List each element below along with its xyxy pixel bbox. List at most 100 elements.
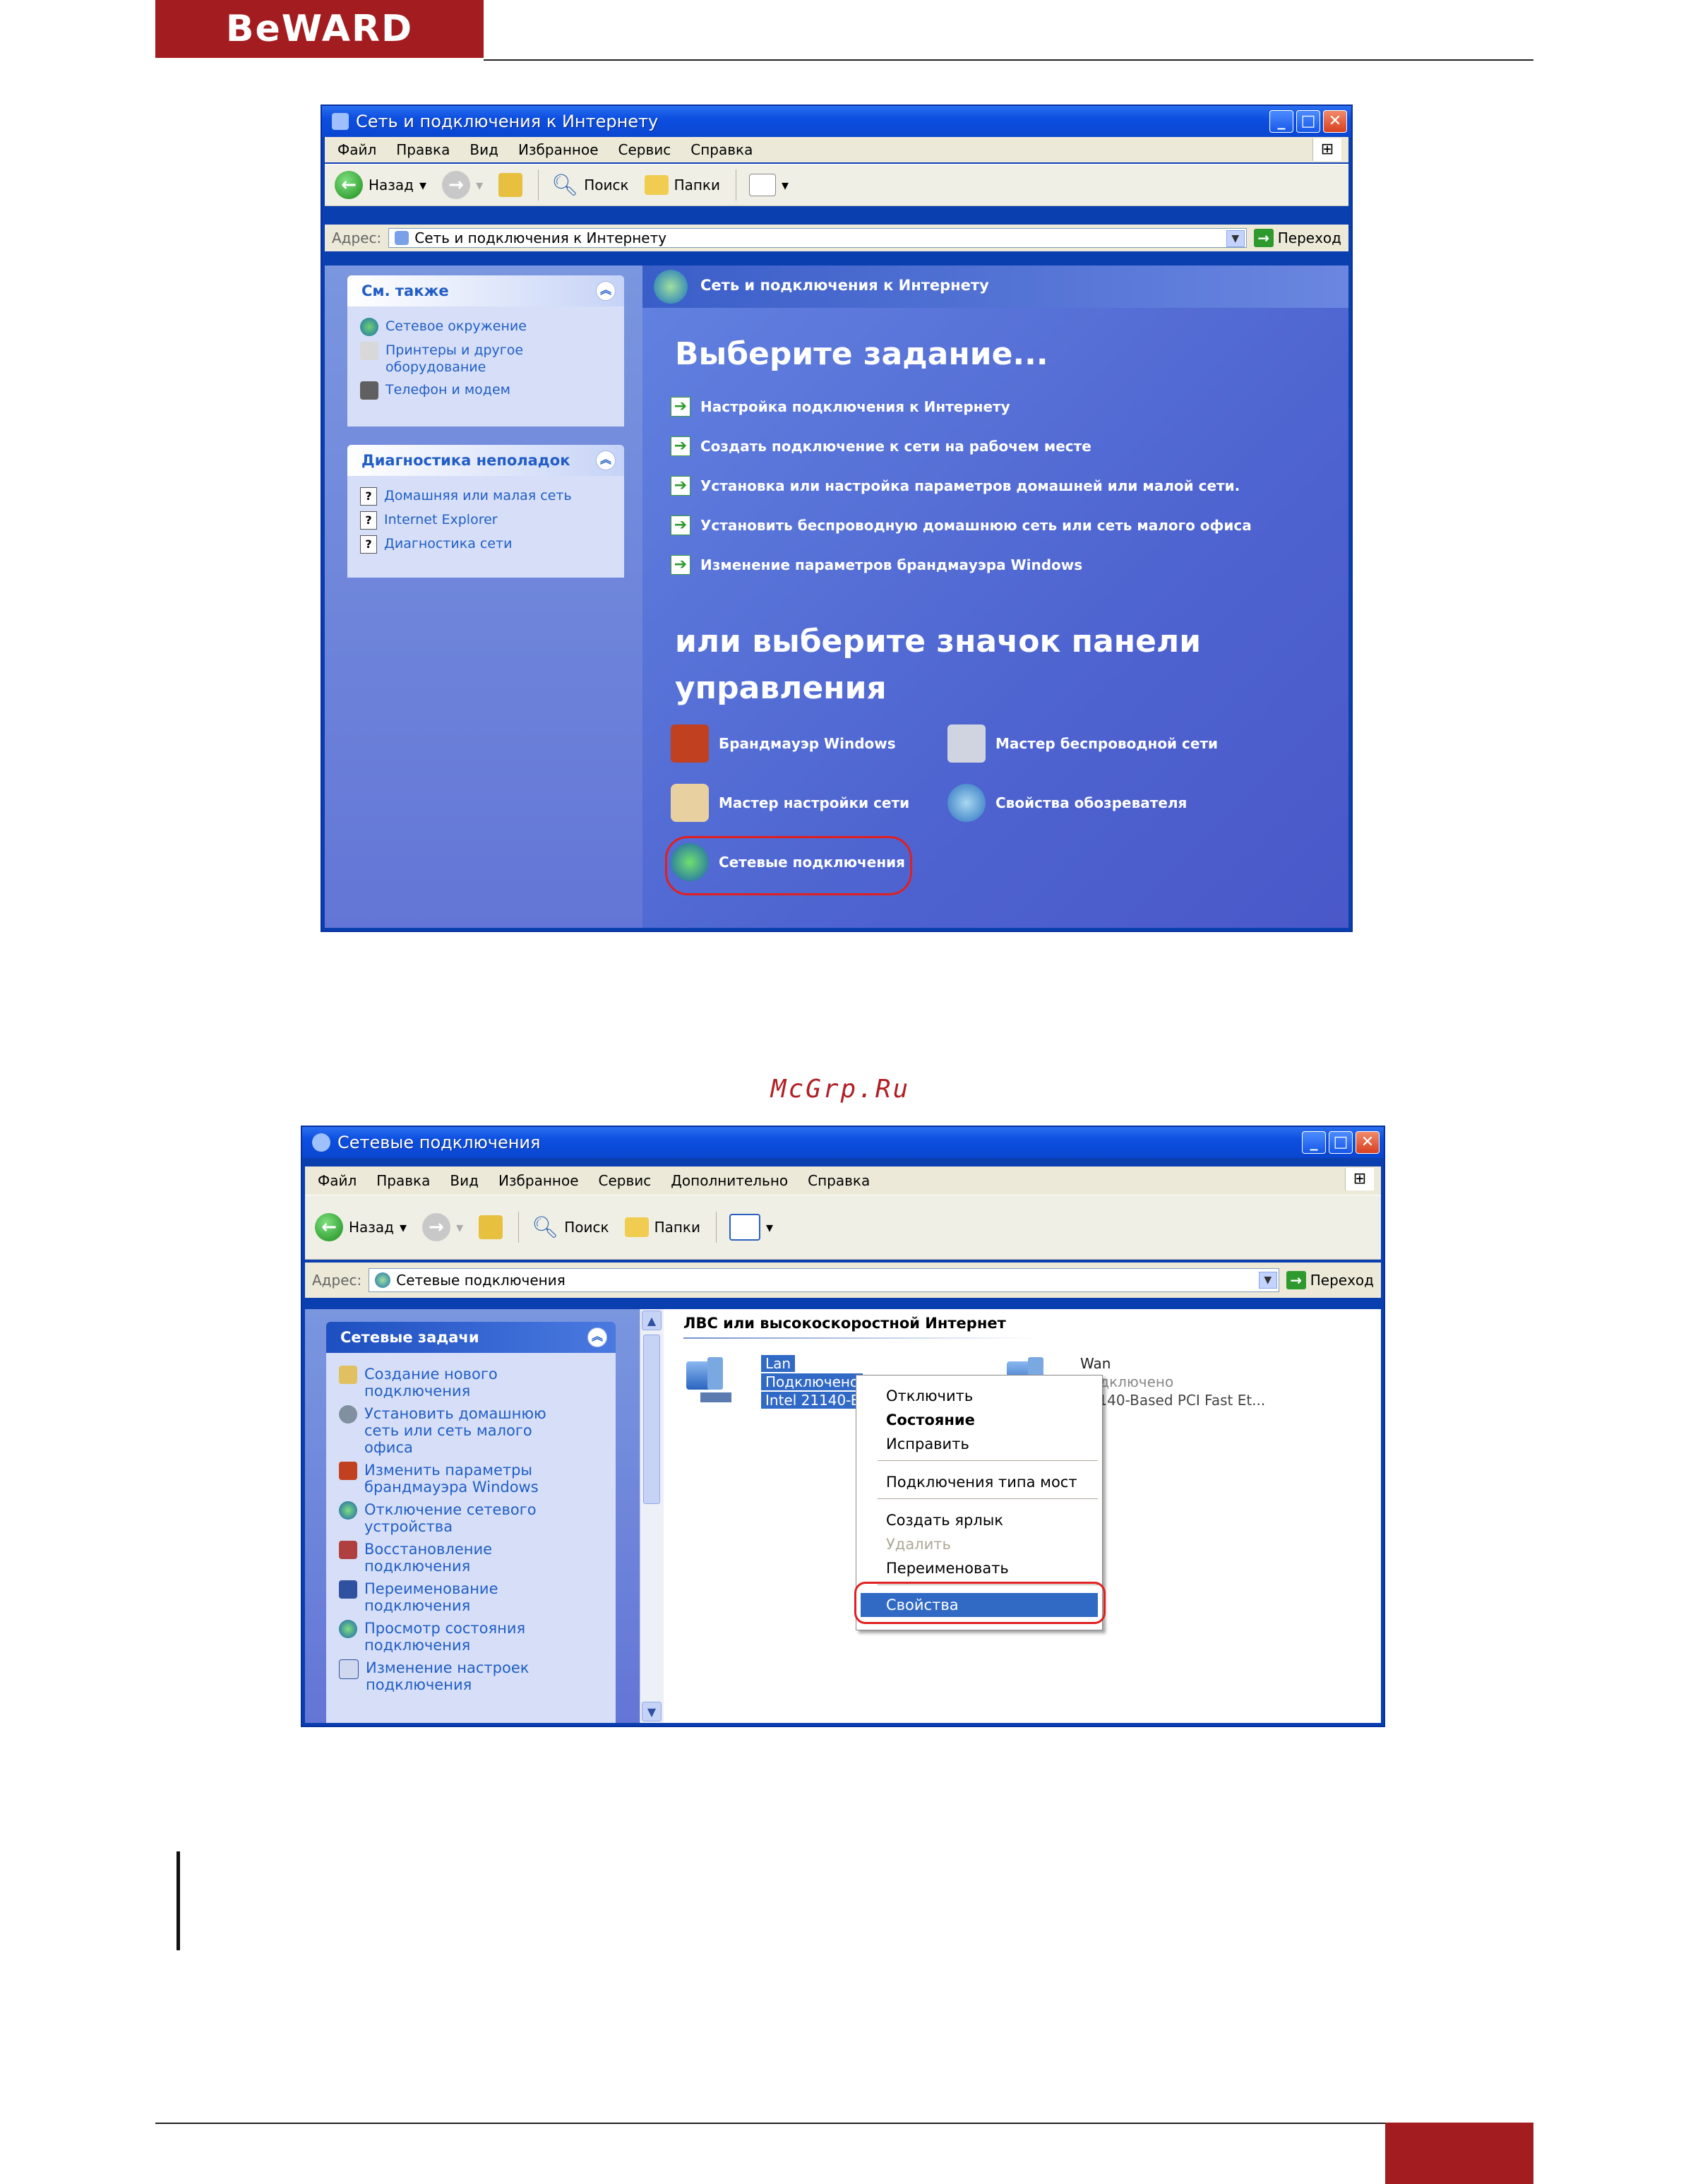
- address-dropdown-icon[interactable]: ▼: [1258, 1272, 1277, 1289]
- task-internet-setup[interactable]: ➔ Настройка подключения к Интернету: [671, 397, 1010, 417]
- task-label: Установить домашнюю сеть или сеть малого…: [364, 1405, 546, 1456]
- minimize-button[interactable]: _: [1269, 110, 1293, 133]
- cp-wireless-wizard[interactable]: Мастер беспроводной сети: [947, 724, 1218, 763]
- ctx-status[interactable]: Состояние: [856, 1408, 1102, 1432]
- wrench-icon: [339, 1541, 357, 1559]
- wan-device: 21140-Based PCI Fast Et...: [1080, 1392, 1266, 1409]
- menu-tools[interactable]: Сервис: [599, 1172, 652, 1189]
- collapse-chevron-icon[interactable]: ︽: [587, 1327, 607, 1347]
- category-header: Сеть и подключения к Интернету: [700, 277, 989, 294]
- maximize-button[interactable]: □: [1329, 1131, 1353, 1154]
- ctx-rename[interactable]: Переименовать: [856, 1556, 1102, 1580]
- green-arrow-icon: ➔: [671, 555, 690, 575]
- back-button[interactable]: ← Назад ▾: [315, 1213, 407, 1241]
- address-input[interactable]: Сеть и подключения к Интернету ▼: [388, 228, 1247, 248]
- link-internet-explorer[interactable]: ? Internet Explorer: [360, 511, 624, 530]
- search-icon: 🔍︎: [551, 172, 579, 198]
- network-tasks-header[interactable]: Сетевые задачи ︽: [326, 1322, 616, 1353]
- cp-firewall[interactable]: Брандмауэр Windows: [671, 724, 896, 763]
- views-button[interactable]: ▾: [749, 174, 789, 196]
- menu-favorites[interactable]: Избранное: [518, 141, 599, 158]
- back-button[interactable]: ← Назад ▾: [335, 171, 426, 199]
- task-label: Настройка подключения к Интернету: [700, 398, 1010, 415]
- link-home-network[interactable]: ? Домашняя или малая сеть: [360, 487, 624, 506]
- task-workplace-connection[interactable]: ➔ Создать подключение к сети на рабочем м…: [671, 436, 1091, 456]
- up-folder-button[interactable]: [479, 1215, 503, 1239]
- address-dropdown-icon[interactable]: ▼: [1226, 230, 1245, 247]
- scroll-down-button[interactable]: ▼: [642, 1702, 662, 1721]
- go-button[interactable]: → Переход: [1253, 229, 1341, 247]
- collapse-chevron-icon[interactable]: ︽: [596, 281, 616, 301]
- search-button[interactable]: 🔍︎ Поиск: [532, 1215, 609, 1240]
- menu-edit[interactable]: Правка: [396, 141, 450, 158]
- task-disable-device[interactable]: Отключение сетевого устройства: [339, 1501, 616, 1535]
- task-home-network[interactable]: Установить домашнюю сеть или сеть малого…: [339, 1405, 616, 1456]
- task-view-status[interactable]: Просмотр состояния подключения: [339, 1620, 616, 1654]
- window2-addressbar: Адрес: Сетевые подключения ▼ → Переход: [305, 1263, 1381, 1298]
- cp-network-setup-wizard[interactable]: Мастер настройки сети: [671, 784, 909, 822]
- address-input[interactable]: Сетевые подключения ▼: [369, 1268, 1279, 1292]
- task-wireless-network[interactable]: ➔ Установить беспроводную домашнюю сеть и…: [671, 515, 1252, 535]
- close-button[interactable]: ✕: [1356, 1131, 1380, 1154]
- menu-file[interactable]: Файл: [318, 1172, 357, 1189]
- link-printers[interactable]: Принтеры и другое оборудование: [360, 342, 624, 376]
- close-button[interactable]: ✕: [1323, 110, 1347, 133]
- lan-connection-icon[interactable]: [686, 1354, 736, 1411]
- ctx-bridge[interactable]: Подключения типа мост: [856, 1470, 1102, 1494]
- collapse-chevron-icon[interactable]: ︽: [596, 450, 616, 470]
- menu-help[interactable]: Справка: [808, 1172, 870, 1189]
- menu-help[interactable]: Справка: [690, 141, 753, 158]
- header-rule: [484, 59, 1533, 61]
- forward-button[interactable]: → ▾: [442, 171, 483, 199]
- link-phone-modem[interactable]: Телефон и модем: [360, 381, 624, 400]
- menu-edit[interactable]: Правка: [376, 1172, 430, 1189]
- folders-button[interactable]: Папки: [644, 175, 721, 195]
- task-rename[interactable]: Переименование подключения: [339, 1580, 616, 1614]
- window2-titlebar[interactable]: Сетевые подключения _ □ ✕: [302, 1127, 1384, 1158]
- forward-button[interactable]: → ▾: [422, 1213, 463, 1241]
- cp-internet-options[interactable]: Свойства обозревателя: [947, 784, 1187, 822]
- task-label: Восстановление подключения: [364, 1541, 493, 1575]
- window1-toolbar: ← Назад ▾ → ▾ 🔍︎ Поиск Папки ▾: [325, 164, 1348, 206]
- ctx-repair[interactable]: Исправить: [856, 1432, 1102, 1456]
- menu-favorites[interactable]: Избранное: [498, 1172, 579, 1189]
- task-firewall[interactable]: Изменить параметры брандмауэра Windows: [339, 1462, 616, 1496]
- search-button[interactable]: 🔍︎ Поиск: [551, 173, 628, 198]
- disable-network-icon: [339, 1501, 357, 1520]
- task-new-connection[interactable]: Создание нового подключения: [339, 1366, 616, 1400]
- folders-label: Папки: [674, 177, 721, 193]
- see-also-header[interactable]: См. также ︽: [347, 275, 624, 306]
- menu-view[interactable]: Вид: [469, 141, 498, 158]
- views-button[interactable]: ▾: [729, 1214, 773, 1241]
- task-change-settings[interactable]: Изменение настроек подключения: [339, 1659, 616, 1693]
- wan-connection-label[interactable]: Wan Подключено 21140-Based PCI Fast Et..…: [1080, 1354, 1265, 1409]
- task-firewall-settings[interactable]: ➔ Изменение параметров брандмауэра Window…: [671, 555, 1082, 575]
- window1-menubar: Файл Правка Вид Избранное Сервис Справка…: [325, 137, 1348, 162]
- folder-up-icon: [479, 1215, 503, 1239]
- menu-advanced[interactable]: Дополнительно: [671, 1172, 788, 1189]
- scroll-thumb[interactable]: [643, 1335, 660, 1504]
- minimize-button[interactable]: _: [1302, 1131, 1326, 1154]
- view-grid-icon: [729, 1214, 761, 1241]
- task-pane-scrollbar[interactable]: ▲ ▼: [640, 1309, 664, 1723]
- chevron-down-icon: ▾: [400, 1219, 407, 1236]
- ctx-shortcut[interactable]: Создать ярлык: [856, 1508, 1102, 1532]
- task-label: Отключение сетевого устройства: [364, 1501, 537, 1535]
- go-button[interactable]: → Переход: [1286, 1271, 1374, 1289]
- menu-view[interactable]: Вид: [450, 1172, 479, 1189]
- link-network-places[interactable]: Сетевое окружение: [360, 318, 624, 336]
- ctx-disable[interactable]: Отключить: [856, 1384, 1102, 1408]
- scroll-up-button[interactable]: ▲: [642, 1311, 662, 1330]
- task-label: Изменение настроек подключения: [366, 1659, 530, 1693]
- window2-title: Сетевые подключения: [337, 1133, 541, 1152]
- troubleshoot-header[interactable]: Диагностика неполадок ︽: [347, 445, 624, 476]
- task-repair[interactable]: Восстановление подключения: [339, 1541, 616, 1575]
- up-folder-button[interactable]: [498, 173, 523, 197]
- link-network-diagnostics[interactable]: ? Диагностика сети: [360, 535, 624, 554]
- menu-tools[interactable]: Сервис: [618, 141, 671, 158]
- menu-file[interactable]: Файл: [337, 141, 376, 158]
- window1-titlebar[interactable]: Сеть и подключения к Интернету _ □ ✕: [322, 106, 1351, 137]
- folders-button[interactable]: Папки: [624, 1217, 700, 1237]
- maximize-button[interactable]: □: [1296, 110, 1320, 133]
- task-home-network[interactable]: ➔ Установка или настройка параметров дома…: [671, 476, 1240, 496]
